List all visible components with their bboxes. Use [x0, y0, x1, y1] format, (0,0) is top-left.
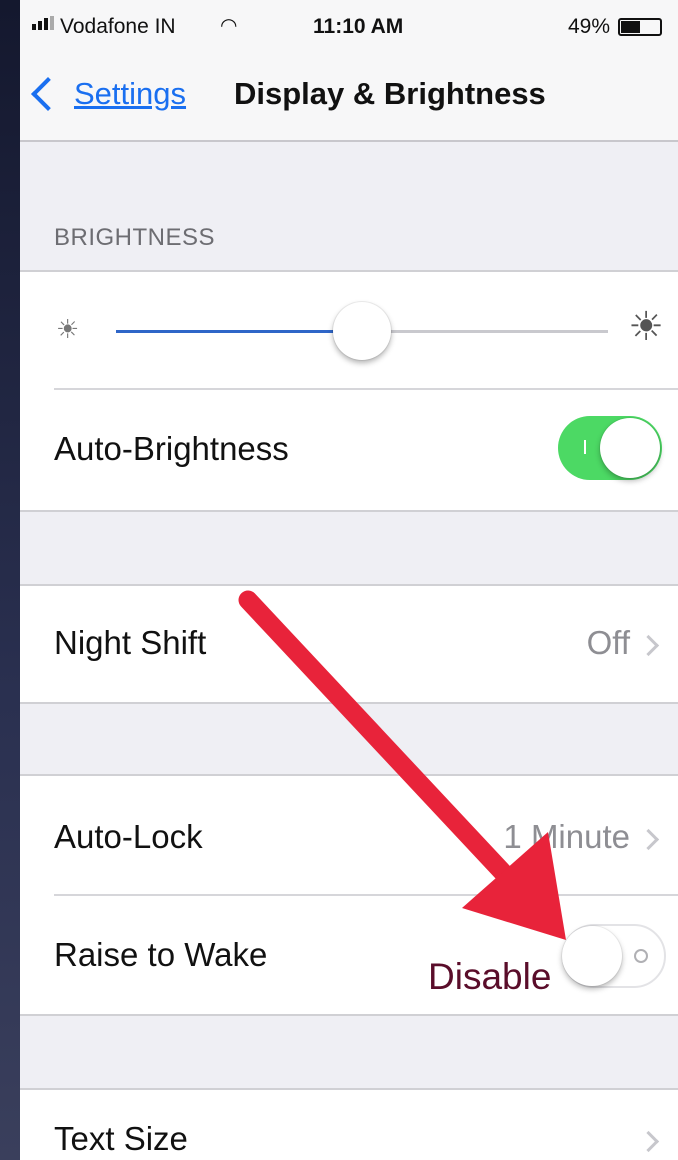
- text-size-row[interactable]: Text Size: [20, 1090, 678, 1160]
- auto-brightness-label: Auto-Brightness: [54, 430, 289, 467]
- text-size-group: Text Size: [20, 1088, 678, 1160]
- back-label: Settings: [74, 76, 187, 111]
- phone-screen: Vodafone IN ◠ 11:10 AM 49% Settings Disp…: [20, 0, 678, 1160]
- brightness-low-icon: ☀: [56, 314, 80, 344]
- text-size-label: Text Size: [54, 1120, 188, 1157]
- auto-lock-label: Auto-Lock: [54, 818, 203, 855]
- slider-fill: [116, 330, 362, 333]
- nav-bar: Settings Display & Brightness: [20, 52, 678, 142]
- wifi-icon: ◠: [220, 15, 238, 37]
- battery-icon: [618, 18, 662, 36]
- auto-lock-row[interactable]: Auto-Lock 1 Minute: [20, 776, 678, 894]
- page-title: Display & Brightness: [234, 76, 546, 111]
- raise-to-wake-row[interactable]: Raise to Wake: [20, 896, 678, 1012]
- auto-lock-value: 1 Minute: [503, 818, 630, 855]
- status-bar: Vodafone IN ◠ 11:10 AM 49%: [20, 0, 678, 52]
- raise-to-wake-label: Raise to Wake: [54, 936, 268, 973]
- brightness-group: ☀ ☀ Auto-Brightness: [20, 270, 678, 512]
- battery-percent: 49%: [568, 15, 611, 38]
- section-header-brightness: BRIGHTNESS: [54, 224, 216, 251]
- night-shift-group: Night Shift Off: [20, 584, 678, 704]
- slider-thumb[interactable]: [333, 302, 391, 360]
- toggle-knob: [600, 418, 660, 478]
- status-time: 11:10 AM: [313, 15, 404, 38]
- toggle-knob: [562, 926, 622, 986]
- night-shift-label: Night Shift: [54, 624, 207, 661]
- toggle-on-mark: [584, 440, 586, 454]
- auto-brightness-toggle[interactable]: [558, 416, 662, 480]
- raise-to-wake-toggle[interactable]: [562, 924, 666, 988]
- night-shift-value: Off: [586, 624, 630, 661]
- night-shift-row[interactable]: Night Shift Off: [20, 586, 678, 702]
- back-button[interactable]: Settings: [31, 76, 187, 112]
- chevron-right-icon: [637, 1130, 660, 1153]
- chevron-left-icon: [31, 77, 65, 111]
- carrier-name: Vodafone IN: [60, 15, 176, 38]
- signal-icon: [32, 16, 54, 30]
- brightness-slider-row: ☀ ☀: [20, 272, 678, 388]
- brightness-slider[interactable]: [116, 302, 608, 360]
- chevron-right-icon: [637, 634, 660, 657]
- brightness-high-icon: ☀: [628, 305, 664, 349]
- lock-group: Auto-Lock 1 Minute Raise to Wake: [20, 774, 678, 1016]
- auto-brightness-row[interactable]: Auto-Brightness: [20, 390, 678, 508]
- annotation-label: Disable: [428, 956, 552, 997]
- toggle-off-mark: [634, 949, 648, 963]
- photo-frame-edge: [0, 0, 20, 1160]
- chevron-right-icon: [637, 828, 660, 851]
